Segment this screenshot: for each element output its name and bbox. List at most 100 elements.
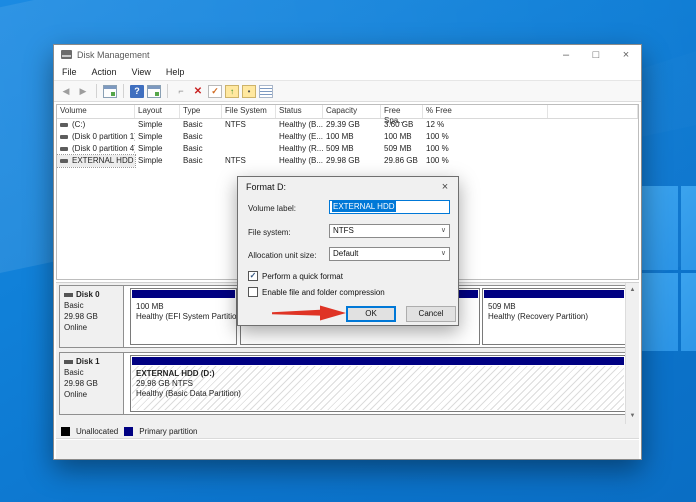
delete-volume-icon[interactable]: ✕ — [191, 85, 205, 98]
volume-label-input[interactable]: EXTERNAL HDD — [329, 200, 450, 214]
legend-primary-label: Primary partition — [139, 427, 197, 436]
chevron-down-icon: ∨ — [441, 249, 446, 257]
quick-format-label: Perform a quick format — [262, 272, 343, 281]
free-space-cell: 100 MB — [381, 131, 423, 143]
free-space-cell: 509 MB — [381, 143, 423, 155]
change-letter-icon[interactable]: • — [242, 85, 256, 98]
allocation-label: Allocation unit size: — [248, 251, 316, 260]
primary-partition-swatch — [124, 427, 133, 436]
windows-logo-pane — [681, 186, 696, 270]
menu-action[interactable]: Action — [92, 67, 117, 77]
col-free-space[interactable]: Free Spa... — [381, 105, 423, 118]
col-volume[interactable]: Volume — [57, 105, 135, 118]
windows-logo — [641, 186, 696, 351]
volume-name-cell: (C:) — [57, 119, 135, 131]
primary-partition-band — [132, 290, 235, 298]
layout-cell: Simple — [135, 143, 180, 155]
col-layout[interactable]: Layout — [135, 105, 180, 118]
help-icon[interactable]: ? — [130, 85, 144, 98]
legend-unallocated-label: Unallocated — [76, 427, 118, 436]
menu-help[interactable]: Help — [166, 67, 185, 77]
file-system-select[interactable]: NTFS ∨ — [329, 224, 450, 238]
disk1-partition-external-hdd[interactable]: EXTERNAL HDD (D:)29.98 GB NTFSHealthy (B… — [130, 355, 626, 412]
disk-0-header[interactable]: Disk 0 Basic 29.98 GB Online — [60, 286, 124, 347]
volume-name-cell: EXTERNAL HDD (D:) — [57, 155, 135, 167]
col-capacity[interactable]: Capacity — [323, 105, 381, 118]
pct-free-cell: 100 % — [423, 143, 548, 155]
col-pct-free[interactable]: % Free — [423, 105, 548, 118]
toolbar-separator — [123, 84, 124, 98]
dialog-title-bar[interactable]: Format D: × — [238, 177, 458, 197]
disk0-partition-recovery[interactable]: 509 MBHealthy (Recovery Partition) — [482, 288, 626, 345]
action-pane-icon[interactable] — [147, 85, 161, 98]
fs-cell: NTFS — [222, 119, 276, 131]
ok-button[interactable]: OK — [346, 306, 396, 322]
status-bar — [56, 440, 639, 459]
console-window-icon[interactable] — [103, 85, 117, 98]
desktop: Disk Management – □ × File Action View H… — [0, 0, 696, 502]
scroll-down-icon[interactable]: ▼ — [627, 410, 638, 423]
dialog-title: Format D: — [246, 182, 286, 192]
unallocated-swatch — [61, 427, 70, 436]
checkbox-checked-icon[interactable]: ✓ — [248, 271, 258, 281]
compression-label: Enable file and folder compression — [262, 288, 385, 297]
allocation-select[interactable]: Default ∨ — [329, 247, 450, 261]
launch-tool-icon[interactable]: ⌐ — [174, 85, 188, 98]
extend-volume-icon[interactable]: ↑ — [225, 85, 239, 98]
layout-cell: Simple — [135, 119, 180, 131]
volume-name-cell: (Disk 0 partition 1) — [57, 131, 135, 143]
properties-icon[interactable] — [259, 85, 273, 98]
pct-free-cell: 12 % — [423, 119, 548, 131]
forward-icon[interactable]: ▶ — [76, 85, 90, 98]
disk-management-app-icon — [61, 50, 72, 59]
table-row[interactable]: (Disk 0 partition 4) Simple Basic Health… — [57, 143, 638, 155]
primary-partition-band — [132, 357, 624, 365]
status-cell: Healthy (R... — [276, 143, 323, 155]
layout-cell: Simple — [135, 155, 180, 167]
pct-free-cell: 100 % — [423, 131, 548, 143]
quick-format-checkbox-row[interactable]: ✓ Perform a quick format — [248, 271, 343, 281]
col-type[interactable]: Type — [180, 105, 222, 118]
cancel-button[interactable]: Cancel — [406, 306, 456, 322]
scroll-up-icon[interactable]: ▲ — [627, 284, 638, 297]
volume-label-label: Volume label: — [248, 204, 296, 213]
table-row[interactable]: (Disk 0 partition 1) Simple Basic Health… — [57, 131, 638, 143]
capacity-cell: 29.39 GB — [323, 119, 381, 131]
dialog-close-icon[interactable]: × — [432, 181, 458, 193]
menu-file[interactable]: File — [62, 67, 77, 77]
layout-cell: Simple — [135, 131, 180, 143]
table-row-selected[interactable]: EXTERNAL HDD (D:) Simple Basic NTFS Heal… — [57, 155, 638, 167]
disk-1-header[interactable]: Disk 1 Basic 29.98 GB Online — [60, 353, 124, 414]
fs-cell — [222, 131, 276, 143]
back-icon[interactable]: ◀ — [59, 85, 73, 98]
col-filler — [548, 105, 638, 118]
menu-view[interactable]: View — [132, 67, 151, 77]
volume-icon — [60, 159, 68, 163]
title-bar[interactable]: Disk Management – □ × — [54, 45, 641, 64]
minimize-button[interactable]: – — [551, 45, 581, 64]
status-cell: Healthy (B... — [276, 119, 323, 131]
toolbar-separator — [96, 84, 97, 98]
disk-1-row: Disk 1 Basic 29.98 GB Online EXTERNAL HD… — [59, 352, 627, 415]
compression-checkbox-row[interactable]: Enable file and folder compression — [248, 287, 385, 297]
capacity-cell: 100 MB — [323, 131, 381, 143]
disk-icon — [64, 360, 73, 364]
fs-cell: NTFS — [222, 155, 276, 167]
volume-table-header: Volume Layout Type File System Status Ca… — [57, 105, 638, 119]
checkbox-unchecked-icon[interactable] — [248, 287, 258, 297]
fs-cell — [222, 143, 276, 155]
volume-icon — [60, 123, 68, 127]
volume-icon — [60, 147, 68, 151]
mark-partition-icon[interactable]: ✓ — [208, 85, 222, 98]
windows-logo-pane — [641, 273, 678, 351]
col-status[interactable]: Status — [276, 105, 323, 118]
vertical-scrollbar[interactable]: ▲ ▼ — [625, 283, 639, 424]
table-row[interactable]: (C:) Simple Basic NTFS Healthy (B... 29.… — [57, 119, 638, 131]
type-cell: Basic — [180, 143, 222, 155]
menu-bar: File Action View Help — [54, 64, 641, 81]
type-cell: Basic — [180, 131, 222, 143]
col-file-system[interactable]: File System — [222, 105, 276, 118]
maximize-button[interactable]: □ — [581, 45, 611, 64]
disk0-partition-efi[interactable]: 100 MBHealthy (EFI System Partition) — [130, 288, 237, 345]
close-button[interactable]: × — [611, 45, 641, 64]
